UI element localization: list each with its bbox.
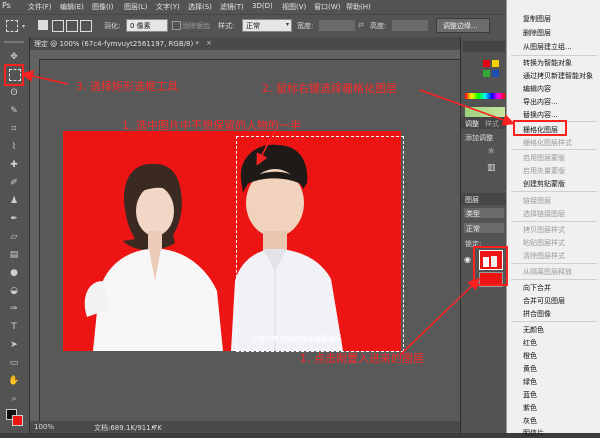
annotation-step1: 1. 选中图片中不想保留的人物的一半 <box>122 119 301 132</box>
annotation-step3: 3. 选择矩形选框工具 <box>76 80 178 93</box>
annotation-step2: 2. 鼠标右键选择栅格化图层 <box>262 82 397 95</box>
arrow-to-selection <box>256 129 276 166</box>
annotation-step1b: 1. 点击刚置入进来的图层 <box>300 352 424 365</box>
arrow-to-marquee-tool <box>21 70 69 85</box>
arrow-to-layer <box>399 277 481 356</box>
arrow-to-rasterize <box>419 89 515 126</box>
annotation-arrows <box>21 70 515 356</box>
